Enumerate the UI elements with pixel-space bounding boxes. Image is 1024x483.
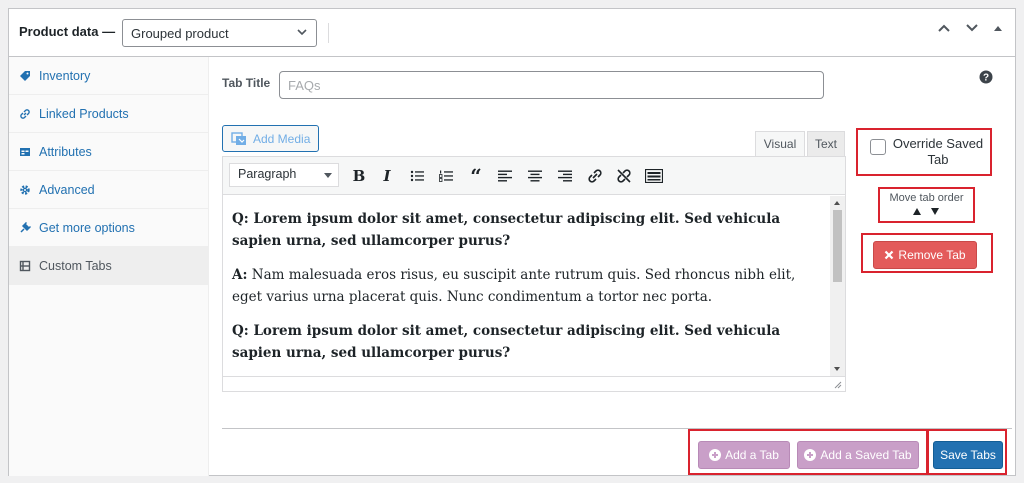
bullet-list-icon[interactable] [407,166,427,186]
tab-text[interactable]: Text [807,131,845,157]
paragraph: Q: Lorem ipsum dolor sit amet, consectet… [232,208,820,252]
plus-circle-icon [709,449,722,461]
panel-controls [937,23,1003,33]
table-icon [20,147,30,156]
align-center-icon[interactable] [525,166,545,186]
add-media-button[interactable]: Add Media [222,125,319,152]
paragraph: A: Nam malesuada eros risus, eu suscipit… [232,264,820,308]
paragraph-strong: A: [232,267,248,283]
paragraph-strong: Q: Lorem ipsum dolor sit amet, consectet… [232,323,781,361]
insert-link-icon[interactable] [585,166,605,186]
move-up-icon[interactable] [913,208,921,215]
override-saved-tab-highlight: Override Saved Tab [856,128,992,176]
move-arrows [913,208,939,215]
paragraph: Q: Lorem ipsum dolor sit amet, consectet… [232,320,820,364]
editor-scrollbar[interactable] [830,196,845,376]
tab-title-label: Tab Title [222,76,271,90]
gear-icon [20,184,30,195]
help-icon[interactable]: ? [979,70,993,84]
chevron-down-icon[interactable] [965,23,979,33]
add-a-tab-button[interactable]: Add a Tab [698,441,790,469]
override-label: Override Saved Tab [892,136,984,167]
remove-link-icon[interactable] [614,166,634,186]
sidebar-item-linked-products[interactable]: Linked Products [9,95,208,133]
save-tabs-highlight: Save Tabs [927,429,1007,475]
product-type-select[interactable]: Grouped product [122,19,317,47]
tag-icon [20,70,30,81]
chevron-down-icon [297,29,307,36]
caret-down-icon [324,173,332,178]
tabs-icon [19,260,31,271]
product-type-value: Grouped product [131,26,229,41]
move-tab-order-highlight: Move tab order [878,187,975,223]
editor-statusbar [223,376,845,391]
add-saved-tab-button[interactable]: Add a Saved Tab [797,441,919,469]
add-media-label: Add Media [253,131,311,146]
sidebar: Inventory Linked Products Attributes Adv… [9,57,209,476]
add-saved-tab-label: Add a Saved Tab [820,448,912,462]
override-checkbox[interactable] [870,139,886,155]
tab-title-input[interactable] [279,71,824,99]
product-data-label: Product data — [19,24,116,39]
sidebar-item-label: Attributes [39,144,92,159]
move-tab-order-label: Move tab order [889,192,964,204]
sidebar-item-label: Custom Tabs [39,258,112,273]
sidebar-item-label: Linked Products [39,106,129,121]
sidebar-item-label: Get more options [39,220,135,235]
sidebar-item-get-more-options[interactable]: Get more options [9,209,208,247]
sidebar-item-label: Inventory [39,68,91,83]
plugin-icon [20,221,31,233]
scroll-down-icon[interactable] [834,367,840,371]
add-a-tab-label: Add a Tab [725,448,779,462]
product-data-panel: Product data — Grouped product Inventory… [8,8,1016,476]
resize-handle-icon[interactable] [833,380,842,389]
scroll-thumb[interactable] [833,210,842,282]
collapse-triangle-icon[interactable] [993,24,1003,32]
toolbar-toggle-icon[interactable] [644,166,664,186]
chevron-up-icon[interactable] [937,23,951,33]
sidebar-item-custom-tabs[interactable]: Custom Tabs [9,247,208,285]
scroll-up-icon[interactable] [834,201,840,205]
add-tabs-highlight: Add a Tab Add a Saved Tab [688,429,928,475]
link-icon [20,108,30,119]
paragraph-text: Nam malesuada eros risus, eu suscipit an… [232,267,796,305]
italic-icon[interactable]: I [377,166,397,186]
sidebar-item-label: Advanced [39,182,95,197]
sidebar-item-attributes[interactable]: Attributes [9,133,208,171]
panel-header: Product data — Grouped product [9,9,1015,57]
bold-icon[interactable]: B [349,166,369,186]
close-icon [885,250,894,260]
editor-content[interactable]: Q: Lorem ipsum dolor sit amet, consectet… [223,196,829,376]
header-separator [328,23,329,43]
align-left-icon[interactable] [495,166,515,186]
remove-tab-button[interactable]: Remove Tab [873,241,977,269]
remove-tab-highlight: Remove Tab [861,233,993,273]
save-tabs-button[interactable]: Save Tabs [933,441,1003,469]
sidebar-item-inventory[interactable]: Inventory [9,57,208,95]
blockquote-icon[interactable]: “ [466,164,486,188]
rich-text-editor: Paragraph B I “ Q: Lorem ipsum dolor sit… [222,156,846,392]
remove-tab-label: Remove Tab [898,248,966,262]
tab-visual[interactable]: Visual [755,131,805,157]
paragraph-strong: Q: Lorem ipsum dolor sit amet, consectet… [232,211,781,249]
format-value: Paragraph [238,167,297,181]
media-icon [231,131,246,145]
plus-circle-icon [804,449,817,461]
format-select[interactable]: Paragraph [229,163,339,187]
sidebar-item-advanced[interactable]: Advanced [9,171,208,209]
editor-toolbar: Paragraph B I “ [223,157,845,195]
move-down-icon[interactable] [931,208,939,215]
align-right-icon[interactable] [555,166,575,186]
svg-text:?: ? [983,73,989,84]
numbered-list-icon[interactable] [436,166,456,186]
